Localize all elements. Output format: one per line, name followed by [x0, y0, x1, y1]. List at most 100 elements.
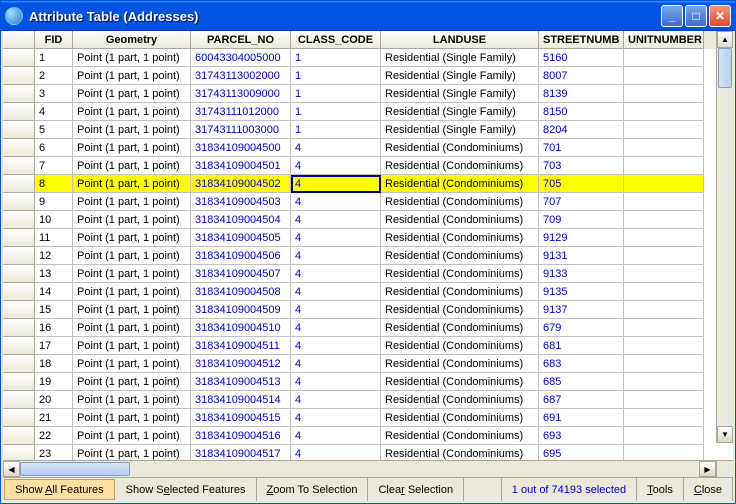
cell-unitnumber[interactable]	[624, 193, 704, 211]
cell-streetnumb[interactable]: 5160	[539, 49, 624, 67]
cell-classcode[interactable]: 1	[291, 67, 381, 85]
cell-parcelno[interactable]: 31834109004502	[191, 175, 291, 193]
cell-unitnumber[interactable]	[624, 67, 704, 85]
cell-geometry[interactable]: Point (1 part, 1 point)	[73, 391, 191, 409]
cell-fid[interactable]: 12	[35, 247, 73, 265]
cell-streetnumb[interactable]: 709	[539, 211, 624, 229]
row-header[interactable]	[3, 175, 35, 193]
table-row[interactable]: 15Point (1 part, 1 point)318341090045094…	[3, 301, 733, 319]
cell-parcelno[interactable]: 31834109004509	[191, 301, 291, 319]
scroll-up-arrow-icon[interactable]: ▲	[717, 31, 733, 48]
clear-selection-button[interactable]: Clear Selection	[368, 478, 464, 501]
cell-geometry[interactable]: Point (1 part, 1 point)	[73, 265, 191, 283]
cell-streetnumb[interactable]: 703	[539, 157, 624, 175]
cell-streetnumb[interactable]: 9133	[539, 265, 624, 283]
cell-fid[interactable]: 17	[35, 337, 73, 355]
cell-unitnumber[interactable]	[624, 373, 704, 391]
cell-landuse[interactable]: Residential (Condominiums)	[381, 337, 539, 355]
col-header-streetnumb[interactable]: STREETNUMB	[539, 31, 624, 49]
cell-parcelno[interactable]: 31834109004506	[191, 247, 291, 265]
row-header[interactable]	[3, 337, 35, 355]
cell-parcelno[interactable]: 31834109004504	[191, 211, 291, 229]
cell-geometry[interactable]: Point (1 part, 1 point)	[73, 193, 191, 211]
cell-geometry[interactable]: Point (1 part, 1 point)	[73, 355, 191, 373]
cell-geometry[interactable]: Point (1 part, 1 point)	[73, 373, 191, 391]
col-header-classcode[interactable]: CLASS_CODE	[291, 31, 381, 49]
row-header[interactable]	[3, 85, 35, 103]
col-header-landuse[interactable]: LANDUSE	[381, 31, 539, 49]
col-header-geometry[interactable]: Geometry	[73, 31, 191, 49]
cell-geometry[interactable]: Point (1 part, 1 point)	[73, 67, 191, 85]
cell-fid[interactable]: 9	[35, 193, 73, 211]
cell-unitnumber[interactable]	[624, 211, 704, 229]
horizontal-scroll-track[interactable]	[20, 461, 699, 477]
cell-fid[interactable]: 18	[35, 355, 73, 373]
cell-landuse[interactable]: Residential (Condominiums)	[381, 283, 539, 301]
show-all-features-button[interactable]: Show All Features	[4, 479, 115, 500]
horizontal-scrollbar[interactable]: ◀ ▶	[3, 460, 733, 477]
table-row[interactable]: 18Point (1 part, 1 point)318341090045124…	[3, 355, 733, 373]
cell-parcelno[interactable]: 31834109004515	[191, 409, 291, 427]
cell-streetnumb[interactable]: 9131	[539, 247, 624, 265]
cell-classcode[interactable]: 1	[291, 103, 381, 121]
tools-menu-button[interactable]: Tools	[637, 478, 684, 501]
cell-unitnumber[interactable]	[624, 355, 704, 373]
cell-landuse[interactable]: Residential (Condominiums)	[381, 247, 539, 265]
row-header[interactable]	[3, 193, 35, 211]
cell-classcode[interactable]: 4	[291, 265, 381, 283]
cell-geometry[interactable]: Point (1 part, 1 point)	[73, 157, 191, 175]
cell-geometry[interactable]: Point (1 part, 1 point)	[73, 49, 191, 67]
table-row[interactable]: 12Point (1 part, 1 point)318341090045064…	[3, 247, 733, 265]
cell-landuse[interactable]: Residential (Condominiums)	[381, 265, 539, 283]
cell-parcelno[interactable]: 31834109004503	[191, 193, 291, 211]
cell-parcelno[interactable]: 31743111012000	[191, 103, 291, 121]
cell-fid[interactable]: 22	[35, 427, 73, 445]
cell-landuse[interactable]: Residential (Condominiums)	[381, 391, 539, 409]
cell-unitnumber[interactable]	[624, 103, 704, 121]
cell-streetnumb[interactable]: 9137	[539, 301, 624, 319]
cell-parcelno[interactable]: 31834109004507	[191, 265, 291, 283]
show-selected-features-button[interactable]: Show Selected Features	[116, 478, 257, 501]
cell-parcelno[interactable]: 31834109004501	[191, 157, 291, 175]
cell-unitnumber[interactable]	[624, 391, 704, 409]
table-row[interactable]: 20Point (1 part, 1 point)318341090045144…	[3, 391, 733, 409]
minimize-button[interactable]: _	[661, 5, 683, 27]
cell-landuse[interactable]: Residential (Single Family)	[381, 85, 539, 103]
cell-unitnumber[interactable]	[624, 301, 704, 319]
cell-fid[interactable]: 19	[35, 373, 73, 391]
cell-landuse[interactable]: Residential (Condominiums)	[381, 139, 539, 157]
cell-geometry[interactable]: Point (1 part, 1 point)	[73, 103, 191, 121]
cell-landuse[interactable]: Residential (Condominiums)	[381, 319, 539, 337]
cell-landuse[interactable]: Residential (Condominiums)	[381, 175, 539, 193]
cell-parcelno[interactable]: 31834109004505	[191, 229, 291, 247]
cell-streetnumb[interactable]: 683	[539, 355, 624, 373]
cell-parcelno[interactable]: 31834109004517	[191, 445, 291, 460]
scroll-right-arrow-icon[interactable]: ▶	[699, 461, 716, 477]
table-row[interactable]: 6Point (1 part, 1 point)318341090045004R…	[3, 139, 733, 157]
close-button[interactable]: ✕	[709, 5, 731, 27]
cell-classcode[interactable]: 4	[291, 157, 381, 175]
cell-geometry[interactable]: Point (1 part, 1 point)	[73, 427, 191, 445]
cell-parcelno[interactable]: 31743113009000	[191, 85, 291, 103]
row-header[interactable]	[3, 67, 35, 85]
cell-classcode[interactable]: 4	[291, 175, 381, 193]
cell-classcode[interactable]: 4	[291, 211, 381, 229]
cell-geometry[interactable]: Point (1 part, 1 point)	[73, 229, 191, 247]
cell-streetnumb[interactable]: 9129	[539, 229, 624, 247]
cell-streetnumb[interactable]: 691	[539, 409, 624, 427]
cell-geometry[interactable]: Point (1 part, 1 point)	[73, 319, 191, 337]
cell-landuse[interactable]: Residential (Single Family)	[381, 49, 539, 67]
cell-geometry[interactable]: Point (1 part, 1 point)	[73, 85, 191, 103]
cell-parcelno[interactable]: 31834109004516	[191, 427, 291, 445]
cell-fid[interactable]: 5	[35, 121, 73, 139]
cell-fid[interactable]: 11	[35, 229, 73, 247]
cell-streetnumb[interactable]: 8204	[539, 121, 624, 139]
row-header[interactable]	[3, 157, 35, 175]
cell-unitnumber[interactable]	[624, 445, 704, 460]
cell-streetnumb[interactable]: 693	[539, 427, 624, 445]
cell-geometry[interactable]: Point (1 part, 1 point)	[73, 211, 191, 229]
cell-classcode[interactable]: 4	[291, 319, 381, 337]
cell-fid[interactable]: 4	[35, 103, 73, 121]
table-row[interactable]: 3Point (1 part, 1 point)317431130090001R…	[3, 85, 733, 103]
row-header[interactable]	[3, 121, 35, 139]
